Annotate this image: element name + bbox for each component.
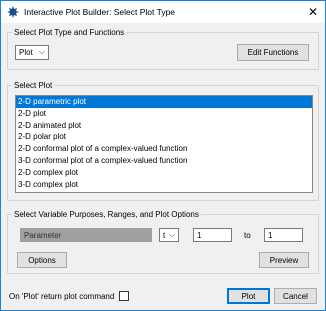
edit-functions-label: Edit Functions (247, 48, 299, 57)
variable-value: t (163, 230, 166, 240)
plot-label: Plot (241, 291, 256, 301)
list-item[interactable]: 2-D complex plot (16, 167, 312, 179)
options-label: Options (28, 255, 56, 265)
title-bar: Interactive Plot Builder: Select Plot Ty… (1, 1, 325, 23)
range-from-input[interactable]: 1 (193, 228, 232, 242)
list-item[interactable]: 2-D plot (16, 108, 312, 120)
close-icon: ✕ (307, 5, 319, 19)
parameter-field: Parameter (20, 228, 152, 242)
preview-button[interactable]: Preview (259, 252, 309, 268)
list-item[interactable]: 2-D conformal plot of a complex-valued f… (16, 143, 312, 155)
return-command-checkbox[interactable] (119, 291, 129, 301)
select-plot-legend: Select Plot (12, 80, 55, 91)
edit-functions-button[interactable]: Edit Functions (237, 44, 309, 61)
variable-options-legend: Select Variable Purposes, Ranges, and Pl… (12, 209, 201, 220)
list-item[interactable]: 2-D parametric plot (16, 96, 312, 108)
chevron-down-icon: ⌵ (168, 230, 175, 239)
plot-button[interactable]: Plot (227, 288, 270, 304)
range-to-value: 1 (268, 230, 273, 240)
list-item[interactable]: 2-D animated plot (16, 120, 312, 132)
close-button[interactable]: ✕ (305, 4, 321, 20)
options-button[interactable]: Options (17, 252, 67, 268)
plot-type-value: Plot (19, 48, 33, 57)
dialog-window: Interactive Plot Builder: Select Plot Ty… (0, 0, 326, 311)
list-item[interactable]: 3-D complex plot (16, 179, 312, 191)
maple-leaf-icon (7, 6, 19, 18)
plot-type-list[interactable]: 2-D parametric plot 2-D plot 2-D animate… (15, 95, 313, 193)
chevron-down-icon: ⌵ (38, 47, 45, 56)
to-label: to (244, 231, 251, 240)
plot-type-select[interactable]: Plot ⌵ (15, 45, 49, 60)
parameter-value: Parameter (24, 230, 62, 240)
plot-type-legend: Select Plot Type and Functions (12, 27, 127, 38)
range-from-value: 1 (197, 230, 202, 240)
list-item[interactable]: 3-D conformal plot of a complex-valued f… (16, 155, 312, 167)
list-item[interactable]: 2-D polar plot (16, 131, 312, 143)
cancel-button[interactable]: Cancel (274, 288, 317, 304)
variable-select[interactable]: t ⌵ (159, 228, 179, 242)
return-command-label: On 'Plot' return plot command (9, 292, 115, 301)
preview-label: Preview (269, 255, 299, 265)
cancel-label: Cancel (283, 291, 308, 301)
range-to-input[interactable]: 1 (264, 228, 303, 242)
window-title: Interactive Plot Builder: Select Plot Ty… (24, 7, 176, 17)
